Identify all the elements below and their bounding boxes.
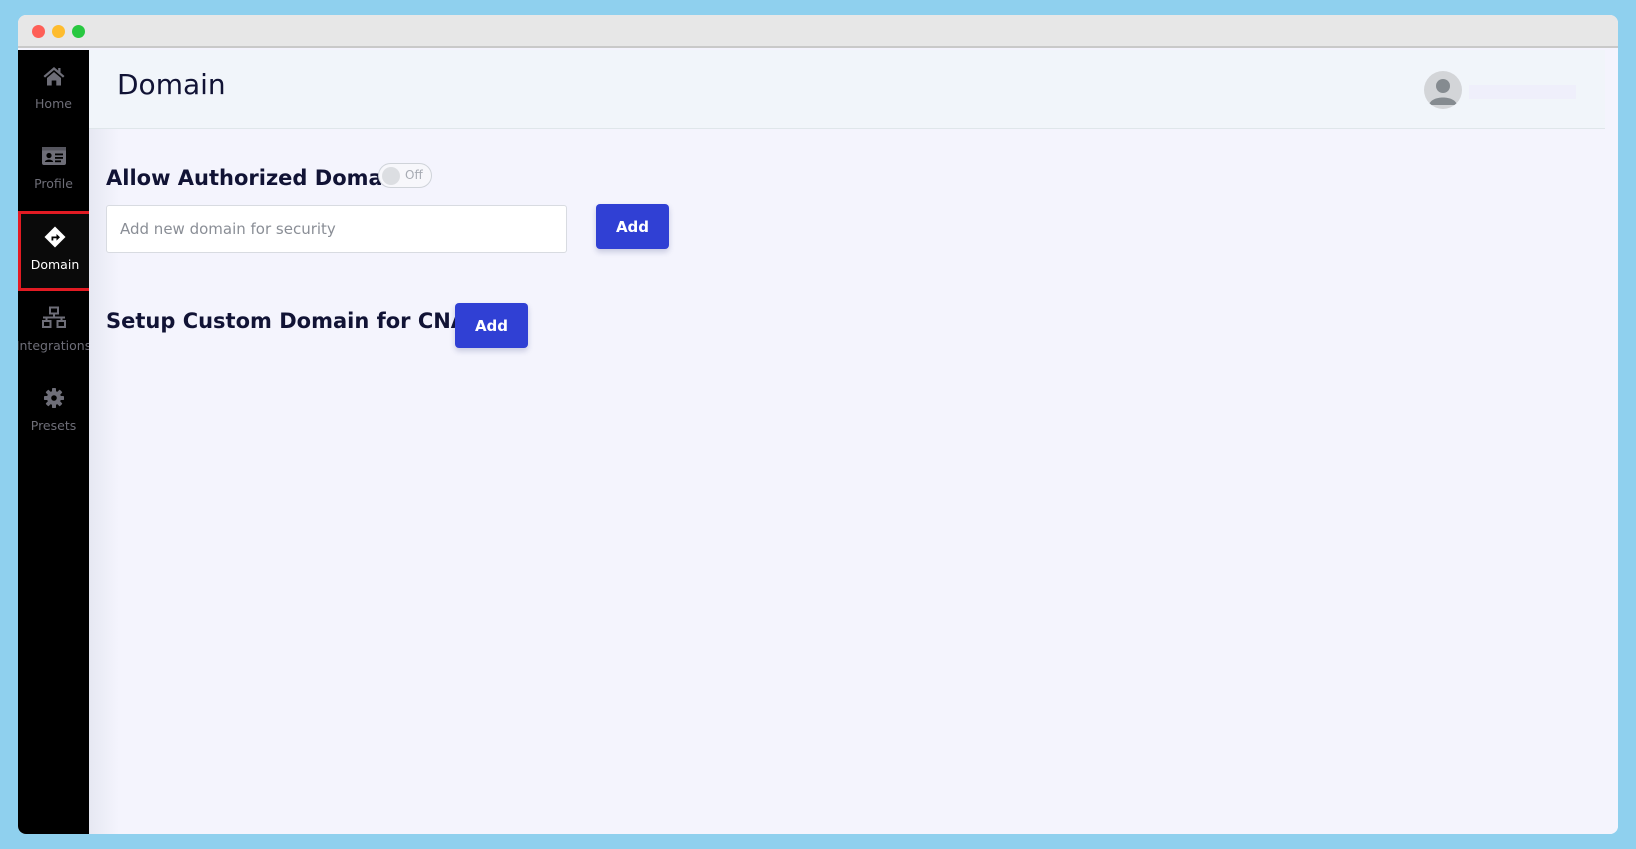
add-custom-domain-button[interactable]: Add <box>455 303 528 348</box>
sidebar-item-integrations[interactable]: Integrations <box>18 292 92 372</box>
page-header: Domain <box>89 50 1605 129</box>
sidebar-item-presets[interactable]: Presets <box>18 372 89 452</box>
sidebar-item-profile[interactable]: Profile <box>18 130 89 210</box>
directions-sign-icon <box>43 225 67 249</box>
id-card-icon <box>41 144 67 168</box>
username-placeholder <box>1469 85 1576 99</box>
sidebar-item-label: Domain <box>30 257 80 272</box>
main-content: Domain Allow Authorized Domain Off Add S… <box>89 50 1618 834</box>
minimize-window-button[interactable] <box>52 25 65 38</box>
network-icon <box>41 306 67 330</box>
authorized-domain-title: Allow Authorized Domain <box>106 166 405 190</box>
maximize-window-button[interactable] <box>72 25 85 38</box>
title-bar <box>18 15 1618 48</box>
user-avatar-icon[interactable] <box>1424 71 1462 109</box>
page-title: Domain <box>117 68 226 101</box>
close-window-button[interactable] <box>32 25 45 38</box>
toggle-knob <box>382 166 400 185</box>
sidebar-item-label: Home <box>35 96 72 111</box>
sidebar-item-home[interactable]: Home <box>18 50 89 130</box>
toggle-state-label: Off <box>405 168 423 182</box>
custom-domain-title: Setup Custom Domain for CNAME <box>106 309 503 333</box>
sidebar-item-label: Integrations <box>18 338 92 353</box>
add-authorized-domain-button[interactable]: Add <box>596 204 669 249</box>
sidebar-item-label: Profile <box>34 176 73 191</box>
sidebar-item-domain[interactable]: Domain <box>18 211 92 291</box>
sidebar: Home Profile Domain Integrations Presets <box>18 50 92 834</box>
authorized-domain-toggle[interactable]: Off <box>378 163 432 188</box>
app-window: Home Profile Domain Integrations Presets… <box>18 15 1618 834</box>
gear-icon <box>42 386 66 410</box>
sidebar-item-label: Presets <box>30 418 77 433</box>
home-icon <box>42 64 66 88</box>
authorized-domain-input[interactable] <box>106 205 567 253</box>
